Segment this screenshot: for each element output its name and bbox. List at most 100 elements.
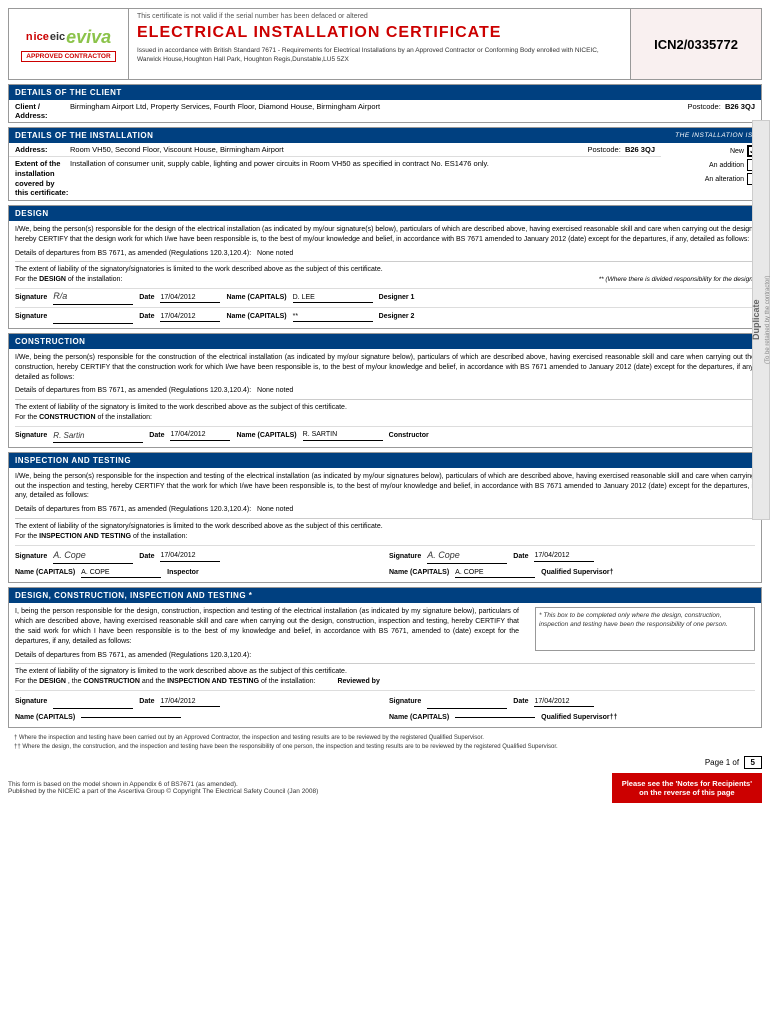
construction-sig-label: Signature — [15, 431, 47, 441]
construction-departures-label: Details of departures from BS 7671, as a… — [15, 387, 251, 394]
dcit-header-text: DESIGN, CONSTRUCTION, INSPECTION AND TES… — [15, 591, 252, 600]
client-section: DETAILS OF THE CLIENT Client / Address: … — [8, 84, 762, 123]
design-liability: The extent of liability of the signatory… — [15, 265, 755, 285]
footnote1: † Where the inspection and testing have … — [14, 734, 756, 743]
header: n ice eic eviva APPROVED CONTRACTOR This… — [8, 8, 762, 80]
inspection-sig1-date-label: Date — [139, 552, 154, 562]
design-departures-label: Details of departures from BS 7671, as a… — [15, 250, 251, 257]
duplicate-label: Duplicate — [751, 300, 761, 341]
design-section-header: DESIGN — [9, 206, 761, 221]
header-warning: This certificate is not valid if the ser… — [137, 13, 622, 20]
dcit-sig1-line — [53, 695, 133, 709]
inspection-sig-col2: Signature A. Cope Date 17/04/2012 Name (… — [389, 548, 755, 579]
inspection-sig1-line: A. Cope — [53, 550, 133, 564]
dcit-sig1: Signature Date 17/04/2012 — [15, 695, 381, 709]
logo-block: n ice eic eviva APPROVED CONTRACTOR — [9, 9, 129, 79]
installation-header-text: DETAILS OF THE INSTALLATION — [15, 131, 153, 140]
dcit-sig2-line — [427, 695, 507, 709]
inspection-section-header: INSPECTION AND TESTING — [9, 453, 761, 468]
sig2-name-value: ** — [293, 312, 373, 323]
dcit-name1-row: Name (CAPITALS) — [15, 711, 381, 723]
inspection-sig2-date-value: 17/04/2012 — [534, 551, 594, 562]
new-label: New — [730, 148, 744, 155]
design-sig-row2: Signature Date 17/04/2012 Name (CAPITALS… — [15, 307, 755, 324]
alteration-checkbox-row: An alteration — [705, 173, 759, 185]
inspection-sig1-image: A. Cope — [53, 549, 86, 562]
construction-para: I/We, being the person(s) responsible fo… — [15, 353, 755, 382]
header-issued: Issued in accordance with British Standa… — [137, 46, 622, 64]
design-body: I/We, being the person(s) responsible fo… — [9, 221, 761, 328]
logo-eic: eic — [50, 31, 65, 43]
reviewed-by-label: Reviewed by — [337, 678, 379, 685]
dcit-name1-label: Name (CAPITALS) — [15, 713, 75, 723]
footer-left-line2: Published by the NICEIC a part of the As… — [8, 788, 318, 795]
inspection-sig1: Signature A. Cope Date 17/04/2012 — [15, 550, 381, 564]
footer-left-text: This form is based on the model shown in… — [8, 781, 318, 795]
sig1-image: R/a — [53, 290, 67, 303]
dcit-sig1-date-label: Date — [139, 697, 154, 707]
design-departures: Details of departures from BS 7671, as a… — [15, 249, 755, 263]
logo-niceic2: ice — [34, 31, 49, 43]
install-checkboxes: New ✓ An addition An alteration — [661, 143, 761, 200]
inspection-sig-col1: Signature A. Cope Date 17/04/2012 Name (… — [15, 548, 381, 579]
sig1-name-label: Name (CAPITALS) — [226, 293, 286, 303]
dcit-liability: The extent of liability of the signatory… — [15, 667, 755, 687]
sig1-date-value: 17/04/2012 — [160, 293, 220, 304]
inspection-liability: The extent of liability of the signatory… — [15, 522, 755, 542]
inspection-para: I/We, being the person(s) responsible fo… — [15, 472, 755, 501]
header-middle: This certificate is not valid if the ser… — [129, 9, 631, 79]
installation-is-label: The installation is: — [675, 132, 755, 139]
design-departures-value: None noted — [257, 250, 293, 257]
page-number-row: Page 1 of 5 — [8, 758, 762, 767]
sig2-line — [53, 310, 133, 324]
header-title: ELECTRICAL INSTALLATION CERTIFICATE — [137, 24, 622, 42]
footnote2: †† Where the design, the construction, a… — [14, 743, 756, 752]
construction-liability-text: The extent of liability of the signatory… — [15, 404, 347, 411]
sig2-role: Designer 2 — [379, 312, 415, 322]
sig1-label: Signature — [15, 293, 47, 303]
install-postcode: Postcode: B26 3QJ — [587, 145, 655, 154]
installation-section: DETAILS OF THE INSTALLATION The installa… — [8, 127, 762, 201]
inspection-sig2: Signature A. Cope Date 17/04/2012 — [389, 550, 755, 564]
footer-right-line2: on the reverse of this page — [622, 788, 752, 797]
page-number: 5 — [744, 756, 762, 769]
inspection-name2-value: A. COPE — [455, 568, 535, 579]
dcit-departures: Details of departures from BS 7671, as a… — [15, 651, 755, 665]
construction-liability: The extent of liability of the signatory… — [15, 403, 755, 423]
extent-value: Installation of consumer unit, supply ca… — [70, 159, 655, 168]
construction-role: Constructor — [389, 431, 429, 441]
alteration-label: An alteration — [705, 176, 744, 183]
construction-body: I/We, being the person(s) responsible fo… — [9, 349, 761, 447]
addition-label: An addition — [709, 162, 744, 169]
address-value: Room VH50, Second Floor, Viscount House,… — [70, 145, 587, 154]
design-liability-text: The extent of liability of the signatory… — [15, 266, 383, 273]
sig2-name-label: Name (CAPITALS) — [226, 312, 286, 322]
client-row: Client / Address: Birmingham Airport Ltd… — [9, 100, 761, 122]
footer-left-line1: This form is based on the model shown in… — [8, 781, 318, 788]
dcit-body: I, being the person responsible for the … — [9, 603, 761, 726]
dcit-sig-row: Signature Date 17/04/2012 Name (CAPITALS… — [15, 690, 755, 723]
for-dcit-label: For the DESIGN , the CONSTRUCTION and th… — [15, 678, 315, 685]
construction-departures-value: None noted — [257, 387, 293, 394]
construction-departures: Details of departures from BS 7671, as a… — [15, 386, 755, 400]
installation-content: Address: Room VH50, Second Floor, Viscou… — [9, 143, 761, 200]
inspection-departures-label: Details of departures from BS 7671, as a… — [15, 506, 251, 513]
inspection-sig-row-2col: Signature A. Cope Date 17/04/2012 Name (… — [15, 545, 755, 579]
inspection-name1-role: Inspector — [167, 568, 199, 578]
client-section-header: DETAILS OF THE CLIENT — [9, 85, 761, 100]
dcit-sig1-label: Signature — [15, 697, 47, 707]
dcit-name2-value — [455, 717, 535, 718]
client-value: Birmingham Airport Ltd, Property Service… — [70, 102, 687, 111]
inspection-sig1-date-value: 17/04/2012 — [160, 551, 220, 562]
dcit-sig-col1: Signature Date 17/04/2012 Name (CAPITALS… — [15, 693, 381, 723]
install-postcode-label: Postcode: — [587, 145, 620, 154]
installation-section-header: DETAILS OF THE INSTALLATION The installa… — [9, 128, 761, 143]
dcit-para: I, being the person responsible for the … — [15, 607, 519, 646]
dcit-sig2: Signature Date 17/04/2012 — [389, 695, 755, 709]
dcit-section-header: DESIGN, CONSTRUCTION, INSPECTION AND TES… — [9, 588, 761, 603]
extent-label: Extent of the installation covered by th… — [15, 159, 70, 198]
inspection-departures-value: None noted — [257, 506, 293, 513]
footer-right-text: Please see the 'Notes for Recipients' on… — [612, 773, 762, 803]
dcit-name2-role: Qualified Supervisor†† — [541, 713, 617, 723]
divided-responsibility: ** (Where there is divided responsibilit… — [599, 275, 755, 284]
